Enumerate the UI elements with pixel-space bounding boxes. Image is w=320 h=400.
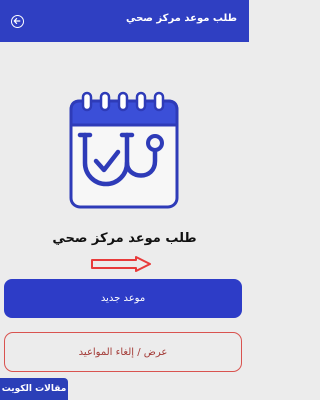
section-heading: طلب موعد مركز صحي: [52, 231, 197, 246]
app-bar: طلب موعد مركز صحي: [0, 0, 249, 42]
watermark: مقالات الكويت: [0, 378, 68, 400]
down-arrow-outline-icon: [91, 256, 151, 272]
view-cancel-appointments-button[interactable]: عرض / إلغاء المواعيد: [4, 332, 242, 372]
back-button[interactable]: [11, 15, 24, 28]
calendar-stethoscope-icon: [69, 91, 179, 209]
page-title: طلب موعد مركز صحي: [125, 13, 237, 24]
new-appointment-button[interactable]: موعد جديد: [4, 279, 242, 318]
arrow-left-icon: [13, 18, 21, 24]
